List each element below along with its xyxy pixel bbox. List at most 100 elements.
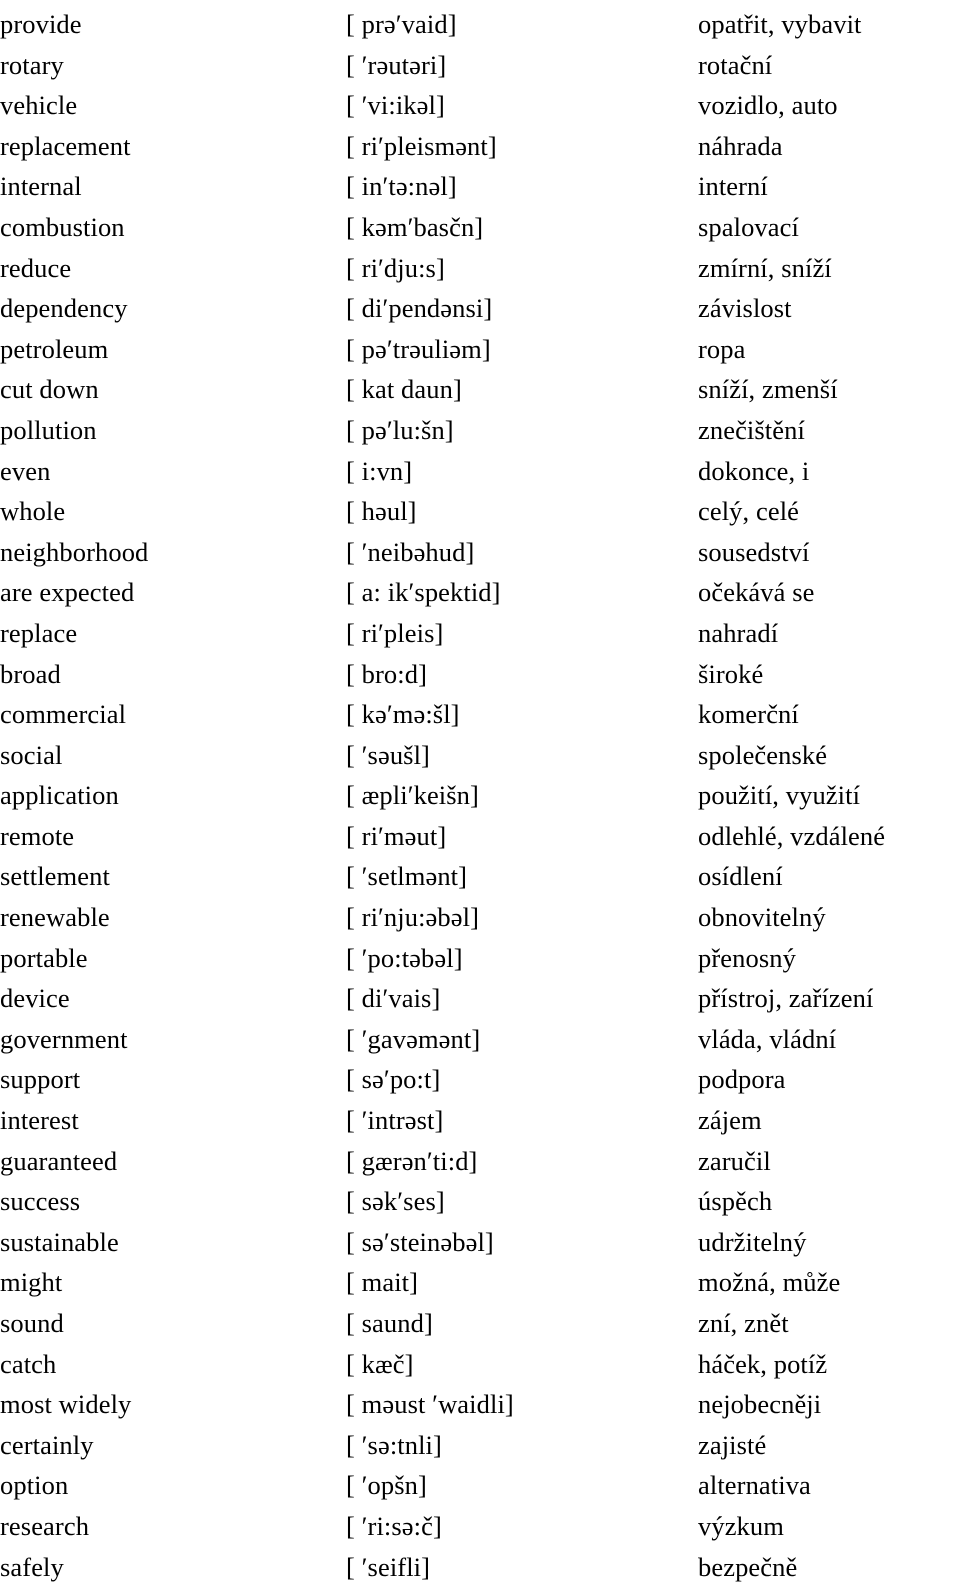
vocabulary-row: neighborhood [ ′neibəhud] sousedství bbox=[0, 532, 960, 573]
vocabulary-row: option [ ′opšn] alternativa bbox=[0, 1465, 960, 1506]
czech-translation: háček, potíž bbox=[698, 1348, 828, 1379]
english-word: petroleum bbox=[0, 333, 109, 364]
czech-translation: osídlení bbox=[698, 861, 783, 892]
phonetic-transcription: [ di′vais] bbox=[346, 983, 441, 1014]
english-word: success bbox=[0, 1186, 81, 1217]
phonetic-transcription: [ a: ik′spektid] bbox=[346, 577, 501, 608]
vocabulary-table-body: provide [ prə′vaid] opatřit, vybavit rotary… bbox=[0, 4, 960, 1587]
vocabulary-row: broad [ bro:d] široké bbox=[0, 654, 960, 695]
czech-translation: rotační bbox=[698, 49, 773, 80]
czech-translation: široké bbox=[698, 658, 764, 689]
vocabulary-row: sustainable [ sə′steinəbəl] udržitelný bbox=[0, 1222, 960, 1263]
vocabulary-row: renewable [ ri′nju:əbəl] obnovitelný bbox=[0, 897, 960, 938]
phonetic-transcription: [ di′pendənsi] bbox=[346, 293, 493, 324]
vocabulary-row: replace [ ri′pleis] nahradí bbox=[0, 613, 960, 654]
czech-translation: sousedství bbox=[698, 536, 810, 567]
vocabulary-row: most widely [ məust ′waidli] nejobecněji bbox=[0, 1384, 960, 1425]
english-word: guaranteed bbox=[0, 1145, 118, 1176]
czech-translation: zmírní, sníží bbox=[698, 252, 832, 283]
english-word: replace bbox=[0, 617, 78, 648]
phonetic-transcription: [ sək′ses] bbox=[346, 1186, 445, 1217]
phonetic-transcription: [ kəm′basčn] bbox=[346, 211, 484, 242]
phonetic-transcription: [ kæč] bbox=[346, 1348, 414, 1379]
english-word: support bbox=[0, 1064, 81, 1095]
czech-translation: zní, znět bbox=[698, 1308, 789, 1338]
czech-translation: výzkum bbox=[698, 1510, 784, 1541]
czech-translation: ropa bbox=[698, 333, 746, 364]
czech-translation: přístroj, zařízení bbox=[698, 983, 874, 1014]
english-word: whole bbox=[0, 496, 66, 527]
english-word: sound bbox=[0, 1308, 64, 1338]
phonetic-transcription: [ ri′pleismənt] bbox=[346, 130, 497, 161]
vocabulary-row: device [ di′vais] přístroj, zařízení bbox=[0, 978, 960, 1019]
vocabulary-row: internal [ in′tə:nəl] interní bbox=[0, 166, 960, 207]
english-word: are expected bbox=[0, 577, 135, 608]
phonetic-transcription: [ ′seifli] bbox=[346, 1551, 431, 1582]
english-word: most widely bbox=[0, 1389, 132, 1420]
czech-translation: sníží, zmenší bbox=[698, 374, 838, 405]
czech-translation: obnovitelný bbox=[698, 902, 826, 933]
english-word: safely bbox=[0, 1551, 64, 1582]
phonetic-transcription: [ ri′məut] bbox=[346, 820, 447, 851]
english-word: internal bbox=[0, 171, 82, 202]
czech-translation: použití, využití bbox=[698, 780, 861, 811]
vocabulary-row: reduce [ ri′dju:s] zmírní, sníží bbox=[0, 248, 960, 289]
phonetic-transcription: [ ′ri:sə:č] bbox=[346, 1510, 442, 1541]
english-word: settlement bbox=[0, 861, 110, 892]
czech-translation: přenosný bbox=[698, 942, 796, 973]
vocabulary-table: provide [ prə′vaid] opatřit, vybavit rotary… bbox=[0, 4, 960, 1587]
phonetic-transcription: [ prə′vaid] bbox=[346, 9, 457, 39]
phonetic-transcription: [ gærən′ti:d] bbox=[346, 1145, 478, 1176]
phonetic-transcription: [ pə′lu:šn] bbox=[346, 414, 454, 445]
english-word: reduce bbox=[0, 252, 72, 283]
czech-translation: interní bbox=[698, 171, 768, 202]
vocabulary-row: interest [ ′intrəst] zájem bbox=[0, 1100, 960, 1141]
phonetic-transcription: [ bro:d] bbox=[346, 658, 428, 689]
english-word: option bbox=[0, 1470, 69, 1501]
czech-translation: znečištění bbox=[698, 414, 805, 445]
czech-translation: nejobecněji bbox=[698, 1389, 822, 1420]
phonetic-transcription: [ ′rəutəri] bbox=[346, 49, 447, 80]
phonetic-transcription: [ kat daun] bbox=[346, 374, 462, 405]
phonetic-transcription: [ mait] bbox=[346, 1267, 419, 1298]
vocabulary-row: replacement [ ri′pleismənt] náhrada bbox=[0, 126, 960, 167]
vocabulary-row: settlement [ ′setlmənt] osídlení bbox=[0, 856, 960, 897]
phonetic-transcription: [ ′gavəmənt] bbox=[346, 1023, 481, 1054]
czech-translation: celý, celé bbox=[698, 496, 800, 527]
phonetic-transcription: [ in′tə:nəl] bbox=[346, 171, 457, 202]
phonetic-transcription: [ ri′pleis] bbox=[346, 617, 444, 648]
czech-translation: očekává se bbox=[698, 577, 815, 608]
english-word: commercial bbox=[0, 699, 127, 730]
vocabulary-row: even [ i:vn] dokonce, i bbox=[0, 451, 960, 492]
english-word: replacement bbox=[0, 130, 131, 161]
czech-translation: úspěch bbox=[698, 1186, 773, 1217]
czech-translation: odlehlé, vzdálené bbox=[698, 820, 886, 851]
czech-translation: zajisté bbox=[698, 1429, 767, 1460]
vocabulary-row: rotary [ ′rəutəri] rotační bbox=[0, 45, 960, 86]
english-word: device bbox=[0, 983, 70, 1014]
vocabulary-row: sound [ saund] zní, znět bbox=[0, 1303, 960, 1344]
vocabulary-page: provide [ prə′vaid] opatřit, vybavit rotary… bbox=[0, 0, 960, 1582]
phonetic-transcription: [ ′vi:ikəl] bbox=[346, 90, 445, 121]
czech-translation: bezpečně bbox=[698, 1551, 798, 1582]
vocabulary-row: government [ ′gavəmənt] vláda, vládní bbox=[0, 1019, 960, 1060]
vocabulary-row: combustion [ kəm′basčn] spalovací bbox=[0, 207, 960, 248]
phonetic-transcription: [ ri′dju:s] bbox=[346, 252, 445, 283]
vocabulary-row: catch [ kæč] háček, potíž bbox=[0, 1344, 960, 1385]
english-word: vehicle bbox=[0, 90, 78, 121]
vocabulary-row: safely [ ′seifli] bezpečně bbox=[0, 1547, 960, 1587]
czech-translation: zájem bbox=[698, 1105, 762, 1136]
czech-translation: nahradí bbox=[698, 617, 779, 648]
english-word: pollution bbox=[0, 414, 97, 445]
vocabulary-row: pollution [ pə′lu:šn] znečištění bbox=[0, 410, 960, 451]
vocabulary-row: are expected [ a: ik′spektid] očekává se bbox=[0, 572, 960, 613]
english-word: even bbox=[0, 455, 51, 486]
vocabulary-row: research [ ′ri:sə:č] výzkum bbox=[0, 1506, 960, 1547]
phonetic-transcription: [ məust ′waidli] bbox=[346, 1389, 514, 1420]
english-word: broad bbox=[0, 658, 61, 689]
english-word: interest bbox=[0, 1105, 79, 1136]
phonetic-transcription: [ ′səušl] bbox=[346, 739, 430, 770]
vocabulary-row: social [ ′səušl] společenské bbox=[0, 735, 960, 776]
czech-translation: spalovací bbox=[698, 211, 799, 242]
czech-translation: vláda, vládní bbox=[698, 1023, 837, 1054]
